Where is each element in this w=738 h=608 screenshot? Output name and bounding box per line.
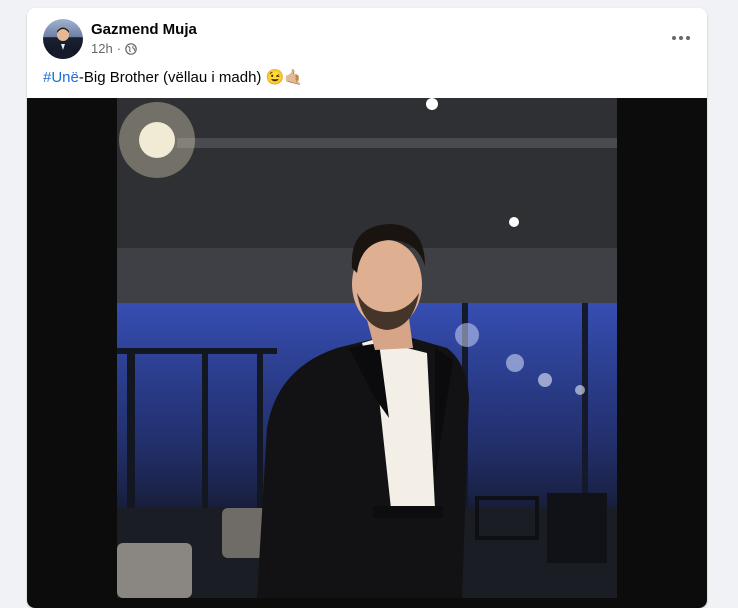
- post-meta: 12h ·: [91, 41, 137, 56]
- more-options-icon: [672, 36, 690, 40]
- author-name[interactable]: Gazmend Muja: [91, 21, 197, 38]
- post-header: Gazmend Muja 12h ·: [27, 8, 707, 66]
- meta-separator: ·: [116, 41, 122, 56]
- author-avatar[interactable]: [43, 19, 83, 59]
- post-media[interactable]: [27, 98, 707, 608]
- caption-text: -Big Brother (vëllau i madh): [78, 69, 266, 86]
- post-card: Gazmend Muja 12h · #Unë-Big Brother (vël…: [27, 8, 707, 608]
- more-options-button[interactable]: [665, 22, 697, 54]
- avatar-person-icon: [51, 27, 75, 59]
- post-timestamp[interactable]: 12h: [91, 41, 113, 56]
- photo-illustration: [117, 98, 617, 598]
- post-photo[interactable]: [117, 98, 617, 598]
- post-caption: #Unë-Big Brother (vëllau i madh) 😉🤙🏼: [43, 68, 303, 86]
- hashtag-link[interactable]: #Unë: [43, 69, 79, 86]
- caption-emoji: 😉🤙🏼: [265, 69, 303, 86]
- globe-icon[interactable]: [125, 42, 137, 55]
